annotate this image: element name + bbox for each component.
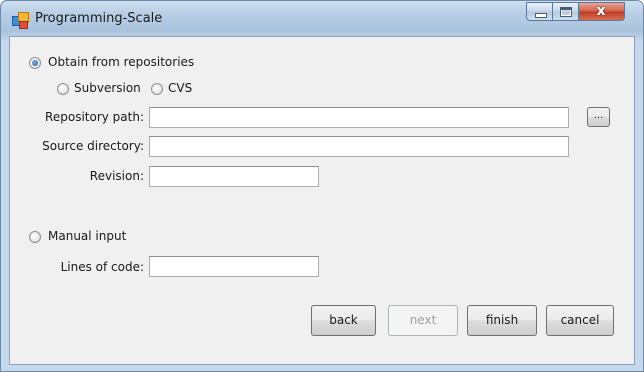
source-directory-input[interactable] xyxy=(149,136,569,157)
cvs-radio[interactable] xyxy=(151,83,163,95)
lines-of-code-label: Lines of code: xyxy=(60,260,144,274)
subversion-label[interactable]: Subversion xyxy=(74,81,141,95)
close-button[interactable]: x xyxy=(579,2,625,21)
repository-path-input[interactable] xyxy=(149,107,569,128)
manual-input-label[interactable]: Manual input xyxy=(48,229,126,243)
obtain-from-repositories-label[interactable]: Obtain from repositories xyxy=(48,55,194,69)
maximize-icon xyxy=(560,7,572,17)
browse-button[interactable]: ... xyxy=(587,107,610,127)
finish-button[interactable]: finish xyxy=(467,305,537,336)
cancel-button[interactable]: cancel xyxy=(546,305,614,336)
revision-label: Revision: xyxy=(89,169,144,183)
minimize-button[interactable] xyxy=(526,2,553,21)
source-directory-label: Source directory: xyxy=(42,139,144,153)
obtain-from-repositories-radio[interactable] xyxy=(29,57,41,69)
maximize-button[interactable] xyxy=(553,2,579,21)
app-icon xyxy=(12,12,29,29)
repository-path-label: Repository path: xyxy=(45,110,144,124)
revision-input[interactable] xyxy=(149,166,319,187)
minimize-icon xyxy=(535,13,547,18)
next-button[interactable]: next xyxy=(388,305,458,336)
back-button[interactable]: back xyxy=(311,305,376,336)
manual-input-radio[interactable] xyxy=(29,231,41,243)
subversion-radio[interactable] xyxy=(57,83,69,95)
close-icon: x xyxy=(596,3,606,19)
cvs-label[interactable]: CVS xyxy=(168,81,192,95)
lines-of-code-input[interactable] xyxy=(149,256,319,277)
window-title: Programming-Scale xyxy=(35,11,163,26)
title-bar[interactable]: Programming-Scale x xyxy=(1,1,643,37)
